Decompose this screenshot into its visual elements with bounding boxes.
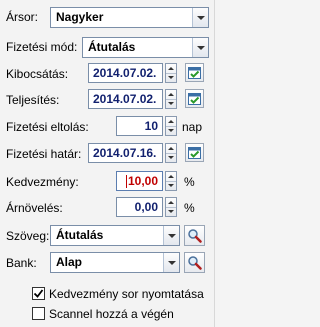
- spin-down-icon[interactable]: [166, 98, 176, 109]
- teljesites-value: 2014.07.02.: [93, 92, 157, 106]
- kibocsatas-date-field[interactable]: 2014.07.02.: [88, 63, 163, 83]
- spin-up-icon[interactable]: [166, 144, 176, 153]
- szoveg-value: Átutalás: [56, 228, 104, 242]
- calendar-check-icon: [188, 93, 201, 105]
- scannel-label[interactable]: Scannel hozzá a végén: [49, 307, 174, 321]
- bank-label: Bank:: [6, 256, 37, 270]
- fizetesi-hatar-date-field[interactable]: 2014.07.16.: [88, 143, 163, 163]
- spin-up-icon[interactable]: [166, 90, 176, 99]
- fizetesi-eltolas-spinner[interactable]: [165, 116, 177, 136]
- arsor-value: Nagyker: [56, 10, 104, 24]
- szoveg-search-button[interactable]: [184, 225, 205, 246]
- magnifier-icon: [188, 229, 202, 243]
- kedvezmeny-sor-checkbox[interactable]: [32, 287, 45, 300]
- spin-down-icon[interactable]: [166, 125, 176, 136]
- teljesites-label: Teljesítés:: [6, 93, 60, 107]
- kibocsatas-label: Kibocsátás:: [6, 67, 69, 81]
- teljesites-calendar-button[interactable]: [185, 89, 204, 108]
- kedvezmeny-percent-unit: %: [184, 175, 195, 189]
- fizetesi-hatar-spinner[interactable]: [165, 143, 177, 163]
- chevron-down-icon[interactable]: [192, 38, 208, 57]
- chevron-down-icon[interactable]: [163, 253, 179, 272]
- bank-search-button[interactable]: [184, 252, 205, 273]
- nap-unit: nap: [182, 120, 203, 134]
- kedvezmeny-sor-label[interactable]: Kedvezmény sor nyomtatása: [49, 287, 204, 301]
- fizetesi-mod-label: Fizetési mód:: [6, 40, 78, 54]
- checkmark-icon: [33, 289, 44, 298]
- arnoveles-spinner[interactable]: [165, 197, 177, 217]
- invoice-settings-panel: Ársor: Nagyker Fizetési mód: Átutalás Ki…: [0, 0, 215, 327]
- scannel-checkbox[interactable]: [32, 307, 45, 320]
- magnifier-icon: [188, 256, 202, 270]
- fizetesi-mod-value: Átutalás: [88, 40, 136, 54]
- calendar-check-icon: [188, 147, 201, 159]
- arsor-label: Ársor:: [6, 10, 39, 24]
- spin-down-icon[interactable]: [166, 206, 176, 217]
- teljesites-spinner[interactable]: [165, 89, 177, 109]
- calendar-check-icon: [188, 67, 201, 79]
- chevron-down-icon[interactable]: [163, 226, 179, 245]
- arnoveles-percent-unit: %: [184, 201, 195, 215]
- szoveg-select[interactable]: Átutalás: [50, 225, 180, 246]
- spin-down-icon[interactable]: [166, 180, 176, 191]
- bank-select[interactable]: Alap: [50, 252, 180, 273]
- fizetesi-eltolas-field[interactable]: 10: [116, 116, 163, 136]
- kedvezmeny-label: Kedvezmény:: [6, 175, 79, 189]
- kedvezmeny-value: 10,00: [127, 174, 158, 188]
- fizetesi-hatar-value: 2014.07.16.: [93, 146, 157, 160]
- spin-down-icon[interactable]: [166, 152, 176, 163]
- arsor-select[interactable]: Nagyker: [50, 7, 209, 28]
- spin-up-icon[interactable]: [166, 198, 176, 207]
- text-cursor: [125, 175, 127, 189]
- fizetesi-eltolas-value: 10: [144, 119, 158, 133]
- spin-up-icon[interactable]: [166, 64, 176, 73]
- kibocsatas-value: 2014.07.02.: [93, 66, 157, 80]
- arnoveles-value: 0,00: [134, 200, 158, 214]
- fizetesi-hatar-calendar-button[interactable]: [185, 143, 204, 162]
- szoveg-label: Szöveg:: [6, 229, 50, 243]
- kedvezmeny-value-wrap: 10,00: [117, 172, 162, 190]
- arnoveles-label: Árnövelés:: [6, 201, 63, 215]
- chevron-down-icon[interactable]: [192, 8, 208, 27]
- arnoveles-field[interactable]: 0,00: [116, 197, 163, 217]
- kibocsatas-spinner[interactable]: [165, 63, 177, 83]
- teljesites-date-field[interactable]: 2014.07.02.: [88, 89, 163, 109]
- spin-up-icon[interactable]: [166, 172, 176, 181]
- spin-down-icon[interactable]: [166, 72, 176, 83]
- kedvezmeny-field[interactable]: 10,00: [116, 171, 163, 191]
- kibocsatas-calendar-button[interactable]: [185, 63, 204, 82]
- kedvezmeny-spinner[interactable]: [165, 171, 177, 191]
- fizetesi-eltolas-label: Fizetési eltolás:: [6, 120, 89, 134]
- bank-value: Alap: [56, 255, 83, 269]
- fizetesi-mod-select[interactable]: Átutalás: [82, 37, 209, 58]
- fizetesi-hatar-label: Fizetési határ:: [6, 147, 82, 161]
- spin-up-icon[interactable]: [166, 117, 176, 126]
